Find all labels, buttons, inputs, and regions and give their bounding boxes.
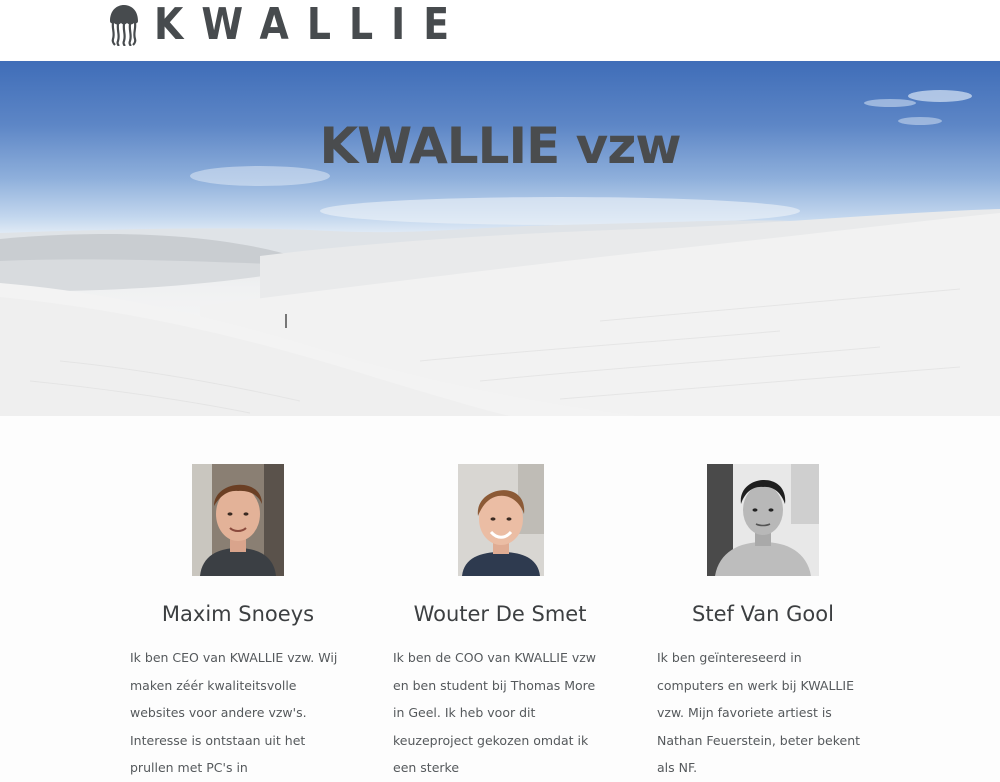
team-section: Maxim Snoeys Ik ben CEO van KWALLIE vzw.… [0, 416, 1000, 775]
hero-title: KWALLIE vzw [319, 117, 681, 175]
member-bio: Ik ben geïntereseerd in computers en wer… [657, 650, 861, 775]
member-bio: Ik ben de COO van KWALLIE vzw en ben stu… [393, 650, 596, 775]
member-bio: Ik ben CEO van KWALLIE vzw. Wij maken zé… [130, 650, 338, 775]
logo-wordmark: KWALLIE [154, 0, 468, 50]
site-header: KWALLIE [0, 0, 1000, 60]
jellyfish-icon [108, 4, 140, 46]
member-name: Wouter De Smet [413, 602, 587, 626]
hero-banner: KWALLIE vzw [0, 61, 1000, 416]
member-name: Maxim Snoeys [161, 602, 315, 626]
portrait-photo [192, 464, 284, 576]
member-name: Stef Van Gool [692, 602, 834, 626]
portrait-photo [458, 464, 544, 576]
portrait-photo [707, 464, 819, 576]
home-logo-link[interactable]: KWALLIE [108, 3, 518, 47]
